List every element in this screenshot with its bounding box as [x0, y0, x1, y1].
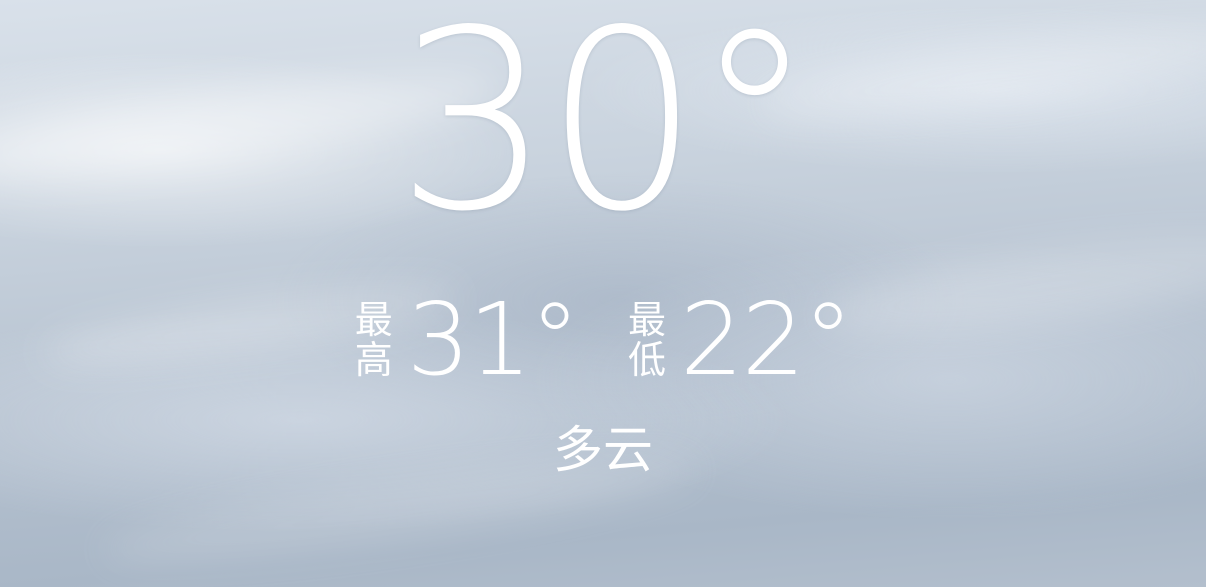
- weather-condition: 多云: [553, 421, 653, 479]
- weather-screen: { "current": { "temperature": "30°" }, "…: [0, 0, 1206, 587]
- low-label-char-1: 最: [628, 298, 667, 342]
- high-temperature-value: 31°: [406, 281, 580, 398]
- high-label-char-1: 最: [354, 298, 393, 342]
- high-temperature: 最 高 31°: [355, 281, 580, 398]
- high-label-char-2: 高: [354, 338, 393, 382]
- high-label: 最 高: [355, 300, 393, 380]
- high-low-row: 最 高 31° 最 低 22°: [0, 290, 1206, 390]
- current-temperature: 30°: [0, 0, 1206, 246]
- low-label-char-2: 低: [628, 338, 667, 382]
- low-temperature-value: 22°: [680, 281, 853, 398]
- current-temperature-value: 30°: [396, 0, 815, 266]
- low-temperature: 最 低 22°: [628, 281, 853, 398]
- low-label: 最 低: [628, 300, 666, 380]
